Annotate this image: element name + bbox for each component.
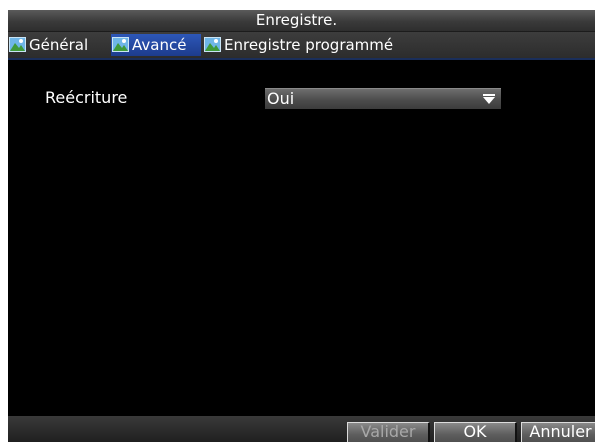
tab-bar: Général Avancé Enregistre programmé — [8, 32, 595, 60]
chevron-down-icon — [483, 94, 495, 104]
tab-advanced[interactable]: Avancé — [111, 34, 201, 56]
overwrite-label: Reécriture — [45, 88, 128, 107]
landscape-icon — [9, 37, 26, 52]
window-titlebar: Enregistre. — [8, 10, 595, 32]
record-settings-window: Enregistre. Général Avancé Enregistre pr… — [8, 10, 595, 442]
ok-button[interactable]: OK — [434, 422, 517, 442]
tab-scheduled-recording[interactable]: Enregistre programmé — [203, 34, 421, 56]
overwrite-select[interactable]: Oui — [265, 88, 501, 109]
landscape-icon — [204, 37, 221, 52]
tab-general-label: Général — [29, 36, 89, 54]
landscape-icon — [112, 37, 129, 52]
tab-scheduled-recording-label: Enregistre programmé — [224, 36, 394, 54]
overwrite-value: Oui — [267, 89, 295, 108]
tab-advanced-label: Avancé — [132, 36, 187, 54]
tab-general[interactable]: Général — [8, 34, 109, 56]
button-bar: Valider OK Annuler — [8, 416, 595, 442]
cancel-button[interactable]: Annuler — [521, 422, 595, 442]
window-title: Enregistre. — [255, 11, 338, 29]
validate-button[interactable]: Valider — [347, 422, 430, 442]
